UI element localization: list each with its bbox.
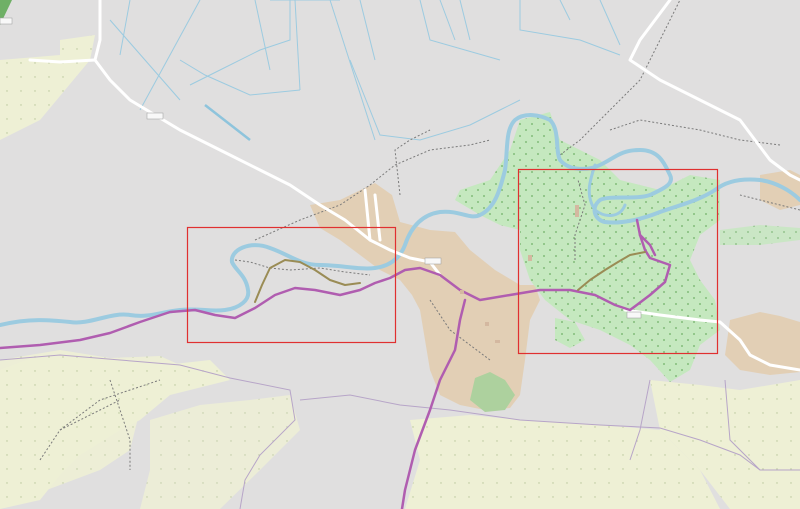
road-shield xyxy=(424,257,442,265)
road-shield xyxy=(146,112,164,120)
road-shield xyxy=(626,311,642,319)
road-shield xyxy=(0,17,13,25)
map-canvas[interactable] xyxy=(0,0,800,509)
map-view[interactable] xyxy=(0,0,800,509)
